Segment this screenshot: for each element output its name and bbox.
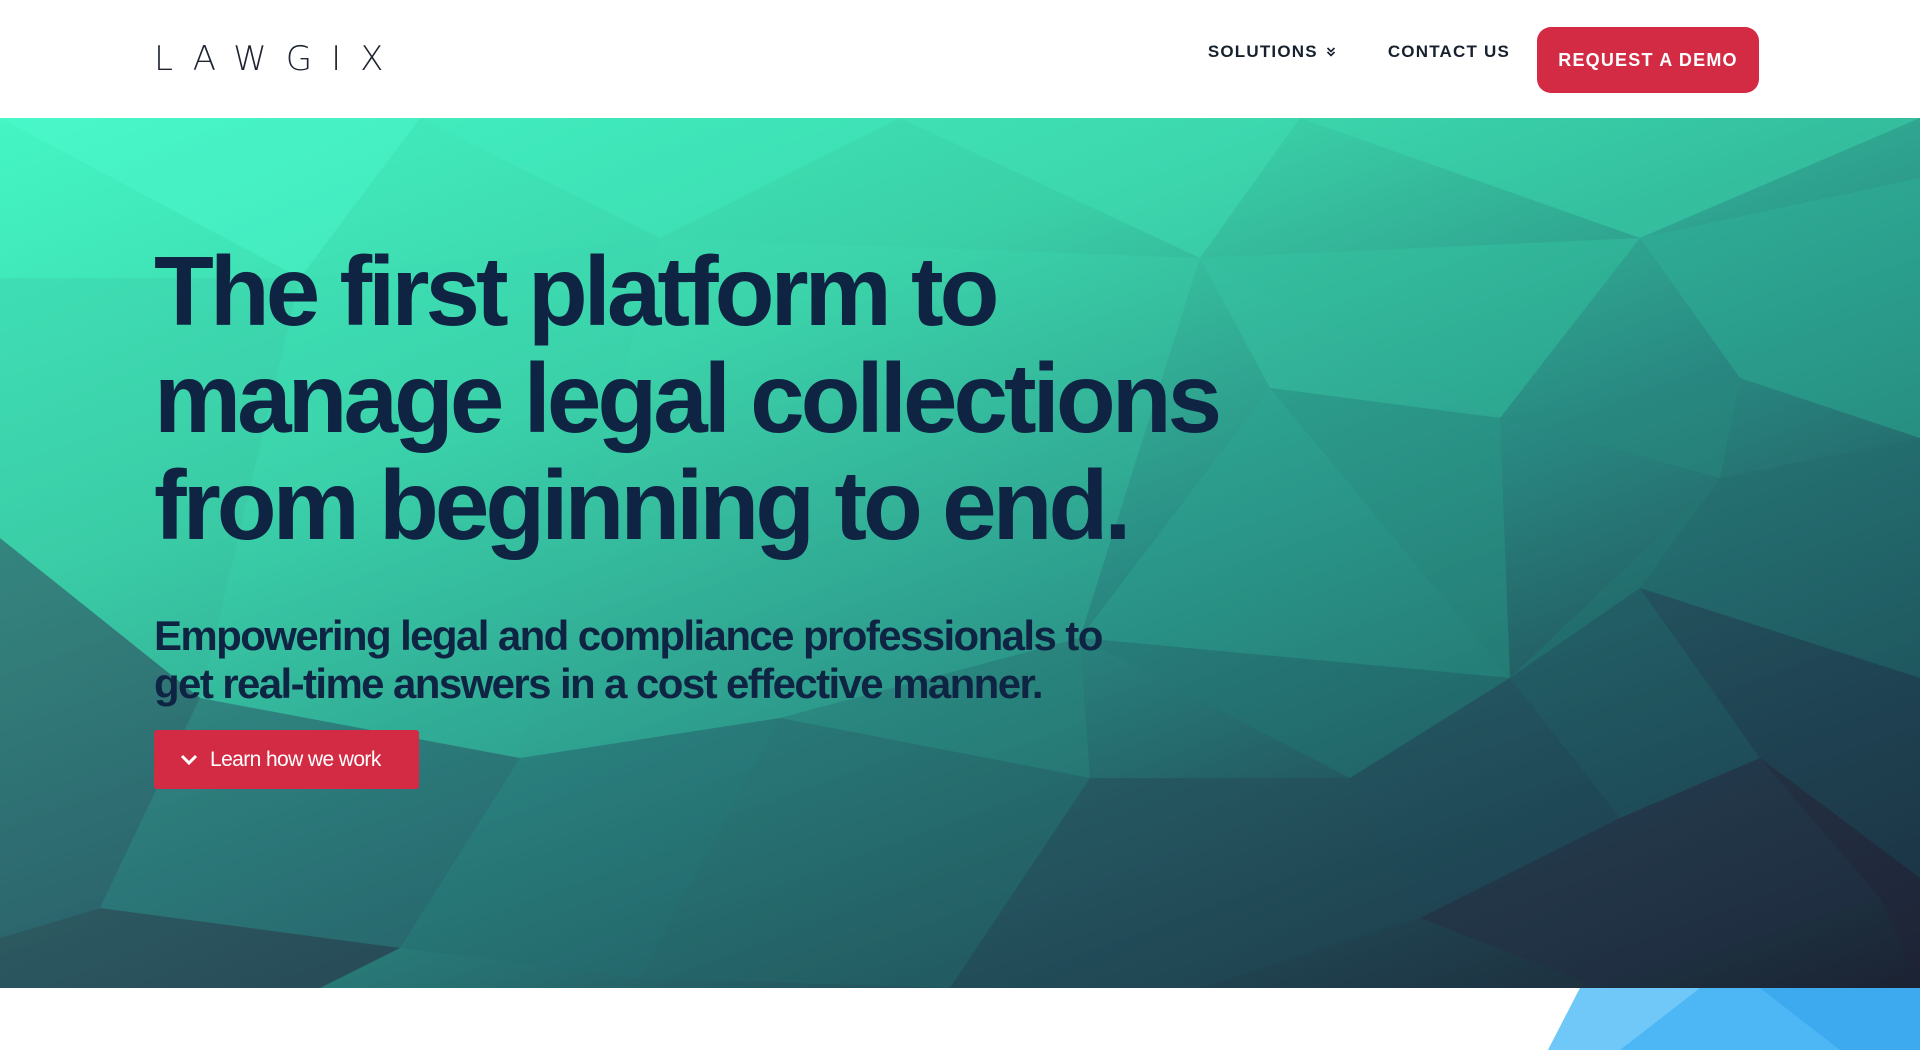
nav-solutions-link[interactable]: SOLUTIONS	[1208, 42, 1336, 62]
chevron-down-icon	[180, 754, 198, 765]
double-chevron-down-icon	[1326, 47, 1335, 57]
request-demo-button[interactable]: REQUEST A DEMO	[1537, 27, 1759, 93]
learn-how-we-work-button[interactable]: Learn how we work	[154, 730, 419, 789]
learn-how-we-work-label: Learn how we work	[210, 747, 381, 771]
main-nav: SOLUTIONS CONTACT US REQUEST A DEMO	[1208, 24, 1759, 93]
site-header: LAWGIX SOLUTIONS CONTACT US REQUEST A DE…	[0, 0, 1920, 118]
next-section-preview	[0, 988, 1920, 1050]
nav-solutions-label: SOLUTIONS	[1207, 42, 1318, 61]
hero-subheadline: Empowering legal and compliance professi…	[154, 612, 1103, 707]
hero-headline: The first platform to manage legal colle…	[154, 236, 1222, 560]
blue-polygon-decoration	[1548, 988, 1920, 1050]
lawgix-logo[interactable]: LAWGIX	[154, 42, 402, 76]
nav-contact-link[interactable]: CONTACT US	[1388, 42, 1510, 62]
nav-contact-label: CONTACT US	[1387, 42, 1510, 61]
hero-section: The first platform to manage legal colle…	[0, 118, 1920, 988]
